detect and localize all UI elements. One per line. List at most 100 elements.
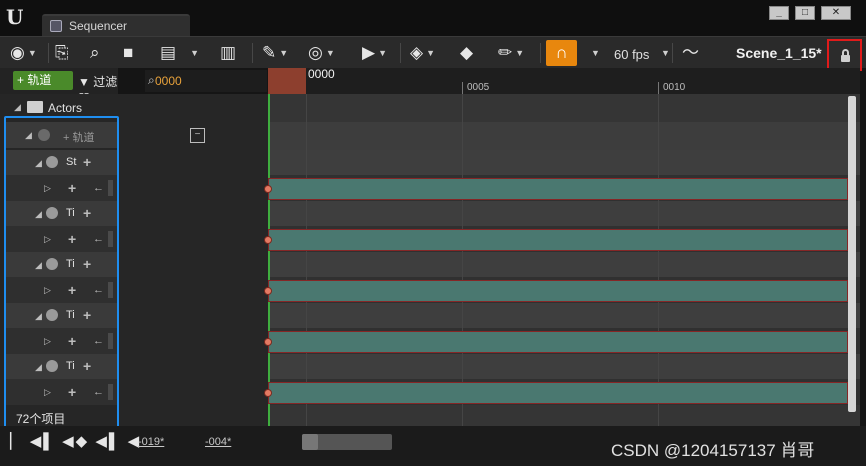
- snap-options-button[interactable]: ▼: [588, 41, 600, 65]
- view-options-button[interactable]: ◎ ▼: [308, 41, 335, 65]
- diamond-key-icon: ◈: [410, 43, 424, 62]
- timeline-row: [268, 354, 860, 379]
- range-start-field[interactable]: -019*: [138, 436, 164, 448]
- previous-key-button[interactable]: ◀▌: [30, 433, 56, 450]
- track-section[interactable]: [268, 382, 848, 404]
- tab-title: Sequencer: [69, 19, 128, 33]
- time-ruler[interactable]: [268, 68, 860, 94]
- search-icon: ⌕: [90, 43, 100, 62]
- keyframe[interactable]: [264, 338, 272, 346]
- magnet-icon: ∩: [555, 43, 568, 62]
- horizontal-scrollbar[interactable]: [302, 434, 392, 450]
- wrench-icon: ✎: [262, 43, 277, 62]
- key-options-button[interactable]: ◈ ▼: [410, 41, 435, 65]
- transport-controls: ▏ ◀▌ ◀◆ ◀▌ ◀: [10, 432, 141, 450]
- keyframe[interactable]: [264, 389, 272, 397]
- toolbar-divider: [672, 43, 673, 63]
- ruler-tick: [658, 82, 659, 94]
- add-track-button[interactable]: + 轨道: [13, 71, 73, 90]
- curve-editor-button[interactable]: 〜: [682, 41, 699, 65]
- step-back-button[interactable]: ◀◆: [62, 433, 89, 450]
- maximize-button[interactable]: □: [795, 6, 815, 20]
- save-button[interactable]: ⎘: [55, 41, 69, 65]
- chevron-down-icon: ▼: [279, 48, 289, 58]
- film-strip-button[interactable]: ▥: [220, 41, 236, 65]
- tick-label: 0010: [663, 82, 686, 93]
- title-bar: U Sequencer _ □ ✕: [0, 0, 866, 36]
- grid-line: [658, 94, 659, 426]
- folder-label: Actors: [48, 101, 83, 115]
- play-icon: ▶: [362, 43, 376, 62]
- chevron-down-icon: ▼: [426, 48, 435, 58]
- tick-label: 0005: [467, 82, 490, 93]
- jump-to-start-button[interactable]: ▏: [10, 433, 24, 450]
- folder-icon: [27, 101, 43, 113]
- camera-button[interactable]: ■: [123, 41, 133, 65]
- film-strip-icon: ▥: [220, 43, 237, 62]
- outliner-header: + 轨道 ▼ 过滤器 ▾: [0, 68, 118, 106]
- sequencer-tab-icon: [50, 20, 62, 32]
- edit-mode-button[interactable]: ✏ ▼: [498, 41, 524, 65]
- find-button[interactable]: ⌕: [90, 41, 100, 65]
- toolbar-divider: [48, 43, 49, 63]
- toolbar-divider: [252, 43, 253, 63]
- settings-button[interactable]: ✎ ▼: [262, 41, 288, 65]
- timeline-row: [268, 303, 860, 328]
- timeline-row: [268, 252, 860, 277]
- items-count: 72个项目: [16, 412, 66, 426]
- collapse-group-icon[interactable]: −: [190, 128, 205, 143]
- chevron-down-icon: ▼: [378, 48, 387, 58]
- watermark-text: CSDN @1204157137 肖哥: [611, 441, 815, 460]
- track-section[interactable]: [268, 229, 848, 251]
- vertical-scrollbar-thumb[interactable]: [848, 96, 856, 412]
- timeline-row: [268, 122, 860, 150]
- playback-options-button[interactable]: ▶ ▼: [362, 41, 387, 65]
- play-reverse-button[interactable]: ◀▌: [95, 433, 121, 450]
- minimize-button[interactable]: _: [769, 6, 789, 20]
- toolbar-divider: [400, 43, 401, 63]
- eye-icon: ◎: [308, 43, 323, 62]
- chevron-down-icon: ▼: [190, 48, 199, 58]
- fps-caret[interactable]: ▼: [658, 41, 670, 65]
- playhead-handle[interactable]: [268, 68, 306, 94]
- toolbar-divider: [540, 43, 541, 63]
- search-icon: ⌕: [148, 73, 155, 87]
- track-section[interactable]: [268, 280, 848, 302]
- folder-actors[interactable]: ◢ Actors: [0, 98, 118, 118]
- chevron-down-icon: ▼: [27, 48, 37, 58]
- pencil-icon: ✏: [498, 43, 513, 62]
- fps-dropdown[interactable]: 60 fps: [614, 47, 649, 62]
- toolbar: ◉ ▼ ⎘ ⌕ ■ ▤ ▼ ▥ ✎ ▼ ◎ ▼ ▶ ▼ ◈ ▼ ◆ ✏ ▼ ∩ ▼ 60 fp…: [0, 36, 866, 68]
- grid-line: [306, 94, 307, 426]
- sequence-name: Scene_1_15*: [736, 45, 822, 61]
- unreal-logo-icon: U: [6, 5, 24, 29]
- key-tag-icon: ◆: [460, 43, 474, 62]
- close-button[interactable]: ✕: [821, 6, 851, 20]
- chevron-down-icon: ▼: [515, 48, 525, 58]
- track-section[interactable]: [268, 178, 848, 200]
- keyframe[interactable]: [264, 185, 272, 193]
- curve-icon: 〜: [682, 43, 699, 62]
- world-menu-button[interactable]: ◉ ▼: [10, 41, 37, 65]
- save-star-icon: ⎘: [55, 43, 69, 62]
- timeline-row: [268, 201, 860, 226]
- chevron-down-icon: ▼: [591, 48, 600, 58]
- chevron-down-icon: ▼: [325, 48, 335, 58]
- range-end-field[interactable]: -004*: [205, 436, 231, 448]
- expand-arrow-icon[interactable]: ◢: [14, 102, 21, 113]
- keyframe[interactable]: [264, 236, 272, 244]
- selection-highlight: [4, 116, 119, 440]
- search-input-value: 0000: [155, 74, 182, 88]
- globe-icon: ◉: [10, 43, 25, 62]
- snap-toggle-button[interactable]: ∩: [546, 40, 577, 66]
- chevron-down-icon: ▼: [661, 48, 670, 58]
- track-section[interactable]: [268, 331, 848, 353]
- render-movie-button[interactable]: ▤ ▼: [160, 41, 199, 65]
- tab-sequencer[interactable]: Sequencer: [42, 14, 190, 36]
- ruler-tick: [462, 82, 463, 94]
- lock-button[interactable]: [827, 39, 862, 71]
- auto-key-button[interactable]: ◆: [460, 41, 473, 65]
- playhead-line[interactable]: [268, 94, 270, 426]
- search-input[interactable]: ⌕ 0000: [145, 70, 267, 92]
- keyframe[interactable]: [264, 287, 272, 295]
